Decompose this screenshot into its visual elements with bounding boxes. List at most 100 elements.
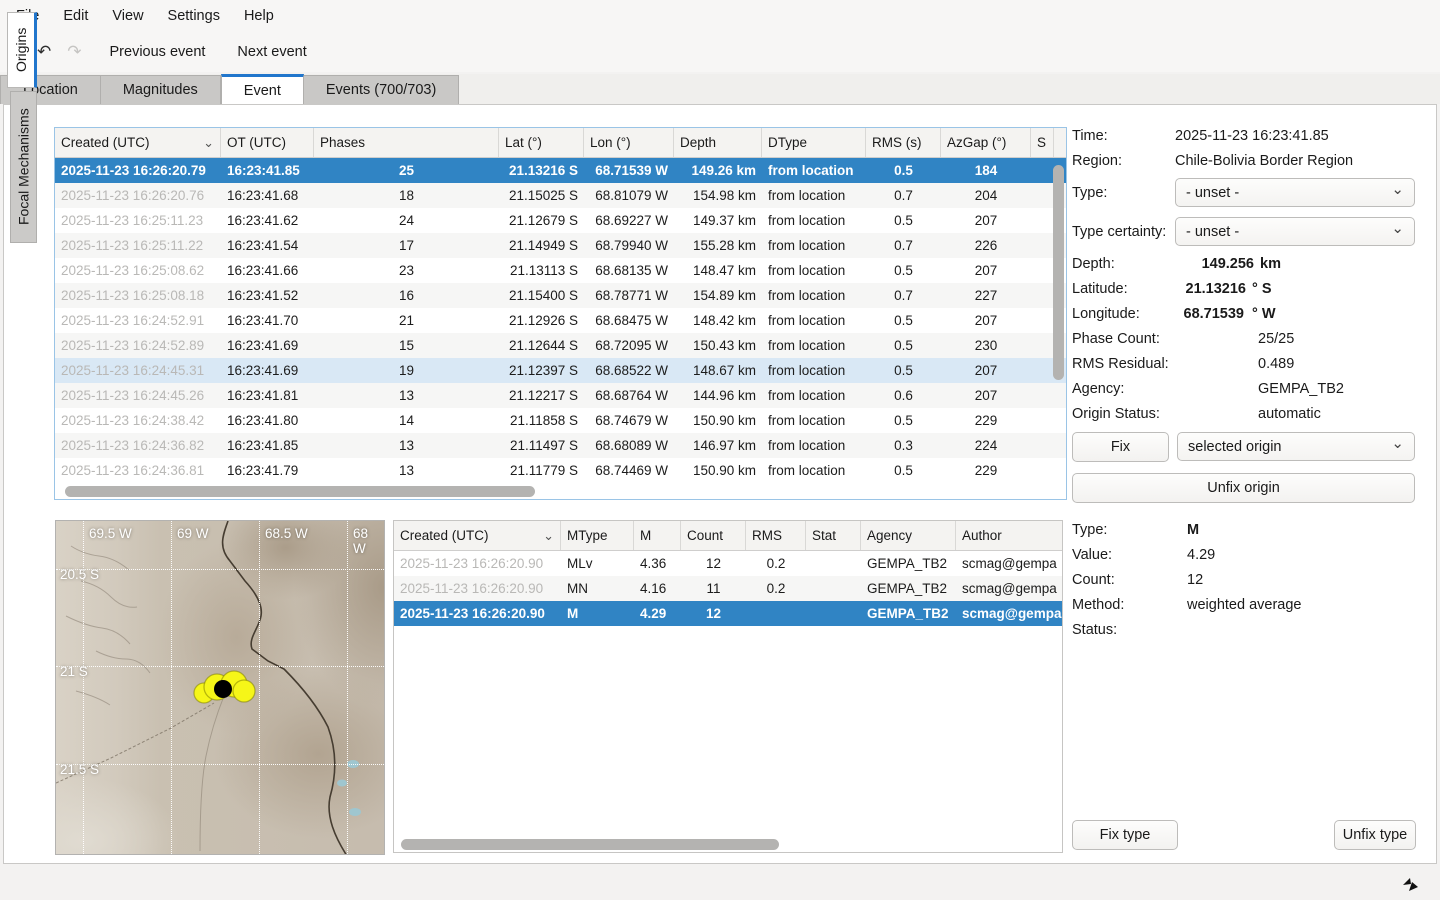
column-header[interactable]: Depth bbox=[674, 128, 762, 157]
next-event-button[interactable]: Next event bbox=[225, 40, 318, 64]
table-row[interactable]: 2025-11-23 16:24:38.4216:23:41.801421.11… bbox=[55, 408, 1066, 433]
menu-edit[interactable]: Edit bbox=[51, 2, 100, 30]
type-certainty-label: Type certainty: bbox=[1072, 224, 1166, 240]
type-combobox-value: - unset - bbox=[1186, 185, 1239, 201]
menu-settings[interactable]: Settings bbox=[156, 2, 232, 30]
column-header[interactable]: S bbox=[1031, 128, 1054, 157]
table-cell bbox=[1031, 258, 1054, 283]
table-cell: 150.90 km bbox=[674, 408, 762, 433]
table-cell: 0.7 bbox=[866, 233, 941, 258]
sort-indicator-icon: ⌄ bbox=[543, 532, 554, 540]
column-header[interactable]: Author bbox=[956, 521, 1063, 550]
column-header[interactable]: RMS bbox=[746, 521, 806, 550]
tab-magnitudes[interactable]: Magnitudes bbox=[101, 75, 221, 104]
horizontal-scrollbar[interactable] bbox=[396, 839, 1060, 850]
table-row[interactable]: 2025-11-23 16:25:08.6216:23:41.662321.13… bbox=[55, 258, 1066, 283]
table-row[interactable]: 2025-11-23 16:25:08.1816:23:41.521621.15… bbox=[55, 283, 1066, 308]
table-cell: 4.16 bbox=[634, 576, 681, 601]
table-row[interactable]: 2025-11-23 16:26:20.90MN4.16110.2GEMPA_T… bbox=[394, 576, 1062, 601]
mag-count-label: Count: bbox=[1072, 572, 1115, 588]
column-header[interactable]: Agency bbox=[861, 521, 956, 550]
side-tab-focal-mechanisms[interactable]: Focal Mechanisms bbox=[10, 91, 37, 243]
region-value: Chile-Bolivia Border Region bbox=[1175, 153, 1353, 169]
fix-target-combobox-value: selected origin bbox=[1188, 439, 1282, 455]
toolbar: ↶ ↷ Previous event Next event bbox=[0, 32, 1440, 72]
column-header[interactable]: Phases bbox=[314, 128, 499, 157]
table-row[interactable]: 2025-11-23 16:24:52.9116:23:41.702121.12… bbox=[55, 308, 1066, 333]
scrollbar-thumb[interactable] bbox=[401, 839, 779, 850]
unfix-origin-button[interactable]: Unfix origin bbox=[1072, 473, 1415, 503]
table-cell: from location bbox=[762, 358, 866, 383]
origins-table[interactable]: Created (UTC)⌄OT (UTC)PhasesLat (°)Lon (… bbox=[54, 127, 1067, 500]
table-cell: 2025-11-23 16:24:38.42 bbox=[55, 408, 221, 433]
phase-count-label: Phase Count: bbox=[1072, 331, 1160, 347]
table-cell: 16 bbox=[314, 283, 499, 308]
tab-events[interactable]: Events (700/703) bbox=[304, 75, 459, 104]
depth-value: 149.256 bbox=[1172, 256, 1254, 272]
table-row[interactable]: 2025-11-23 16:25:11.2216:23:41.541721.14… bbox=[55, 233, 1066, 258]
table-cell: 21.13216 S bbox=[499, 158, 584, 183]
mag-type-label: Type: bbox=[1072, 522, 1107, 538]
fix-target-combobox[interactable]: selected origin ⌄ bbox=[1177, 432, 1415, 461]
scrollbar-thumb[interactable] bbox=[1053, 165, 1064, 380]
table-cell: 207 bbox=[941, 358, 1031, 383]
column-header[interactable]: Lon (°) bbox=[584, 128, 674, 157]
menu-view[interactable]: View bbox=[100, 2, 155, 30]
column-header[interactable]: AzGap (°) bbox=[941, 128, 1031, 157]
chevron-down-icon: ⌄ bbox=[1391, 226, 1404, 232]
previous-event-button[interactable]: Previous event bbox=[98, 40, 218, 64]
table-cell: 16:23:41.81 bbox=[221, 383, 314, 408]
column-header[interactable]: OT (UTC) bbox=[221, 128, 314, 157]
fix-type-button[interactable]: Fix type bbox=[1072, 820, 1178, 850]
table-row[interactable]: 2025-11-23 16:26:20.7616:23:41.681821.15… bbox=[55, 183, 1066, 208]
column-header[interactable]: MType bbox=[561, 521, 634, 550]
map-lon-label: 69.5 W bbox=[89, 526, 132, 541]
application-window: File Edit View Settings Help ↶ ↷ Previou… bbox=[0, 0, 1440, 900]
column-header[interactable]: Created (UTC)⌄ bbox=[55, 128, 221, 157]
column-header[interactable]: Count bbox=[681, 521, 746, 550]
horizontal-scrollbar[interactable] bbox=[57, 486, 1064, 497]
table-row[interactable]: 2025-11-23 16:24:52.8916:23:41.691521.12… bbox=[55, 333, 1066, 358]
table-cell: 184 bbox=[941, 158, 1031, 183]
table-cell: 2025-11-23 16:24:52.89 bbox=[55, 333, 221, 358]
column-header[interactable]: Created (UTC)⌄ bbox=[394, 521, 561, 550]
location-map[interactable]: 69.5 W 69 W 68.5 W 68 W 20.5 S 21 S 21.5… bbox=[55, 520, 385, 855]
table-row[interactable]: 2025-11-23 16:26:20.90M4.2912GEMPA_TB2sc… bbox=[394, 601, 1062, 626]
table-cell: 21.11858 S bbox=[499, 408, 584, 433]
table-cell: from location bbox=[762, 383, 866, 408]
side-tab-origins[interactable]: Origins bbox=[7, 12, 37, 88]
tab-event[interactable]: Event bbox=[221, 74, 304, 104]
table-row[interactable]: 2025-11-23 16:24:36.8116:23:41.791321.11… bbox=[55, 458, 1066, 483]
connection-status-icon bbox=[1401, 877, 1420, 893]
table-cell: 21.12397 S bbox=[499, 358, 584, 383]
table-row[interactable]: 2025-11-23 16:24:36.8216:23:41.851321.11… bbox=[55, 433, 1066, 458]
table-cell: from location bbox=[762, 208, 866, 233]
vertical-scrollbar[interactable] bbox=[1053, 160, 1064, 483]
table-cell: 16:23:41.85 bbox=[221, 158, 314, 183]
type-certainty-combobox[interactable]: - unset - ⌄ bbox=[1175, 217, 1415, 246]
unfix-type-button[interactable]: Unfix type bbox=[1334, 820, 1416, 850]
table-row[interactable]: 2025-11-23 16:24:45.3116:23:41.691921.12… bbox=[55, 358, 1066, 383]
scrollbar-thumb[interactable] bbox=[65, 486, 535, 497]
column-header[interactable]: M bbox=[634, 521, 681, 550]
column-header[interactable]: Stat bbox=[806, 521, 861, 550]
column-header[interactable]: Lat (°) bbox=[499, 128, 584, 157]
longitude-value: 68.71539 bbox=[1162, 306, 1244, 322]
table-cell: 148.47 km bbox=[674, 258, 762, 283]
table-row[interactable]: 2025-11-23 16:26:20.7916:23:41.852521.13… bbox=[55, 158, 1066, 183]
column-header[interactable]: RMS (s) bbox=[866, 128, 941, 157]
map-lon-label: 68 W bbox=[353, 526, 384, 556]
magnitudes-table[interactable]: Created (UTC)⌄MTypeMCountRMSStatAgencyAu… bbox=[393, 520, 1063, 853]
menu-help[interactable]: Help bbox=[232, 2, 286, 30]
table-row[interactable]: 2025-11-23 16:25:11.2316:23:41.622421.12… bbox=[55, 208, 1066, 233]
table-cell: MN bbox=[561, 576, 634, 601]
table-cell: from location bbox=[762, 433, 866, 458]
table-cell: 4.36 bbox=[634, 551, 681, 576]
table-cell: 0.5 bbox=[866, 308, 941, 333]
table-row[interactable]: 2025-11-23 16:24:45.2616:23:41.811321.12… bbox=[55, 383, 1066, 408]
table-body: 2025-11-23 16:26:20.90MLv4.36120.2GEMPA_… bbox=[394, 551, 1062, 626]
type-combobox[interactable]: - unset - ⌄ bbox=[1175, 178, 1415, 207]
column-header[interactable]: DType bbox=[762, 128, 866, 157]
fix-button[interactable]: Fix bbox=[1072, 432, 1169, 462]
table-row[interactable]: 2025-11-23 16:26:20.90MLv4.36120.2GEMPA_… bbox=[394, 551, 1062, 576]
